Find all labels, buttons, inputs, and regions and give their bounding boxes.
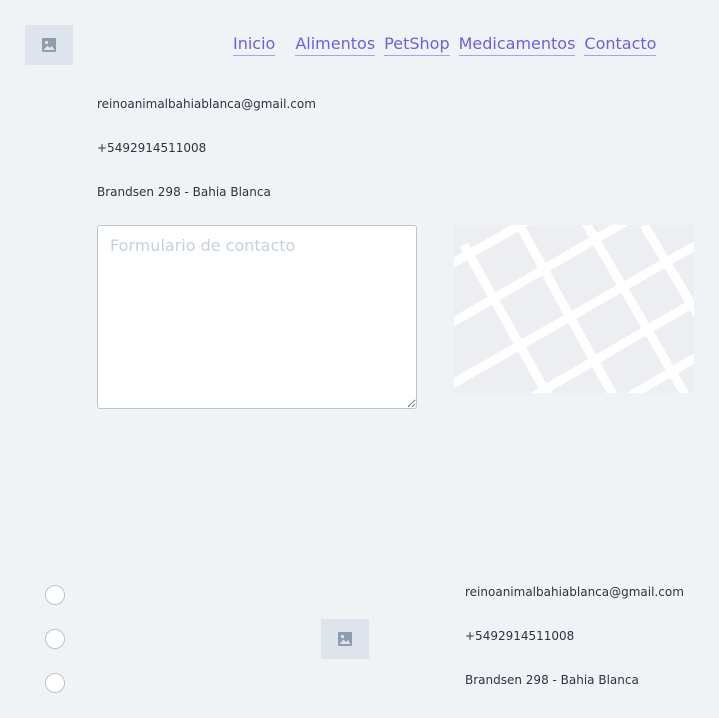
contact-address: Brandsen 298 - Bahia Blanca [97, 185, 271, 199]
footer-logo[interactable] [321, 619, 369, 659]
header-logo[interactable] [25, 25, 73, 65]
contact-phone: +5492914511008 [97, 141, 207, 155]
nav-link-alimentos[interactable]: Alimentos [295, 33, 376, 56]
main-nav: Inicio Alimentos PetShop Medicamentos Co… [233, 33, 657, 56]
footer-radio-3[interactable] [45, 673, 65, 693]
footer-phone: +5492914511008 [465, 629, 575, 643]
footer-radio-2[interactable] [45, 629, 65, 649]
footer-address: Brandsen 298 - Bahia Blanca [465, 673, 639, 687]
footer-radio-1[interactable] [45, 585, 65, 605]
image-placeholder-icon [42, 38, 56, 52]
image-placeholder-icon [338, 632, 352, 646]
nav-link-inicio[interactable]: Inicio [233, 33, 276, 56]
nav-link-contacto[interactable]: Contacto [584, 33, 657, 56]
contact-email: reinoanimalbahiablanca@gmail.com [97, 97, 316, 111]
location-map[interactable] [454, 225, 694, 393]
footer-email: reinoanimalbahiablanca@gmail.com [465, 585, 684, 599]
contact-form-textarea[interactable] [97, 225, 417, 409]
nav-link-medicamentos[interactable]: Medicamentos [458, 33, 576, 56]
nav-link-petshop[interactable]: PetShop [384, 33, 450, 56]
map-icon [454, 225, 694, 393]
